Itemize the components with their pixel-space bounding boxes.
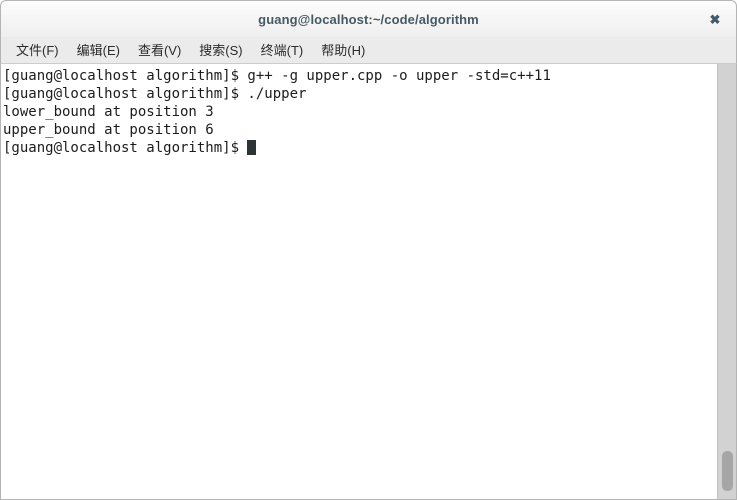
menu-item-help[interactable]: 帮助(H): [313, 37, 373, 63]
terminal-line: [guang@localhost algorithm]$ g++ -g uppe…: [3, 68, 551, 84]
terminal-screen[interactable]: [guang@localhost algorithm]$ g++ -g uppe…: [1, 64, 717, 499]
menu-item-view[interactable]: 查看(V): [130, 37, 189, 63]
window-title: guang@localhost:~/code/algorithm: [258, 11, 479, 27]
terminal-prompt-line: [guang@localhost algorithm]$: [3, 139, 717, 157]
scrollbar-thumb[interactable]: [722, 451, 733, 491]
menu-item-terminal[interactable]: 终端(T): [253, 37, 312, 63]
terminal-line: lower_bound at position 3: [3, 104, 214, 120]
terminal-prompt: [guang@localhost algorithm]$: [3, 140, 248, 156]
menu-item-file[interactable]: 文件(F): [8, 37, 67, 63]
menu-item-edit[interactable]: 编辑(E): [69, 37, 128, 63]
terminal-line: upper_bound at position 6: [3, 122, 214, 138]
title-bar[interactable]: guang@localhost:~/code/algorithm ✖: [0, 0, 737, 37]
close-icon[interactable]: ✖: [704, 8, 726, 30]
menu-item-search[interactable]: 搜索(S): [191, 37, 250, 63]
terminal-cursor: [247, 140, 257, 155]
menu-bar: 文件(F) 编辑(E) 查看(V) 搜索(S) 终端(T) 帮助(H): [0, 37, 737, 64]
terminal-scrollbar[interactable]: [717, 64, 736, 499]
terminal-window: guang@localhost:~/code/algorithm ✖ 文件(F)…: [0, 0, 737, 500]
terminal-area: [guang@localhost algorithm]$ g++ -g uppe…: [0, 64, 737, 500]
terminal-line: [guang@localhost algorithm]$ ./upper: [3, 86, 307, 102]
